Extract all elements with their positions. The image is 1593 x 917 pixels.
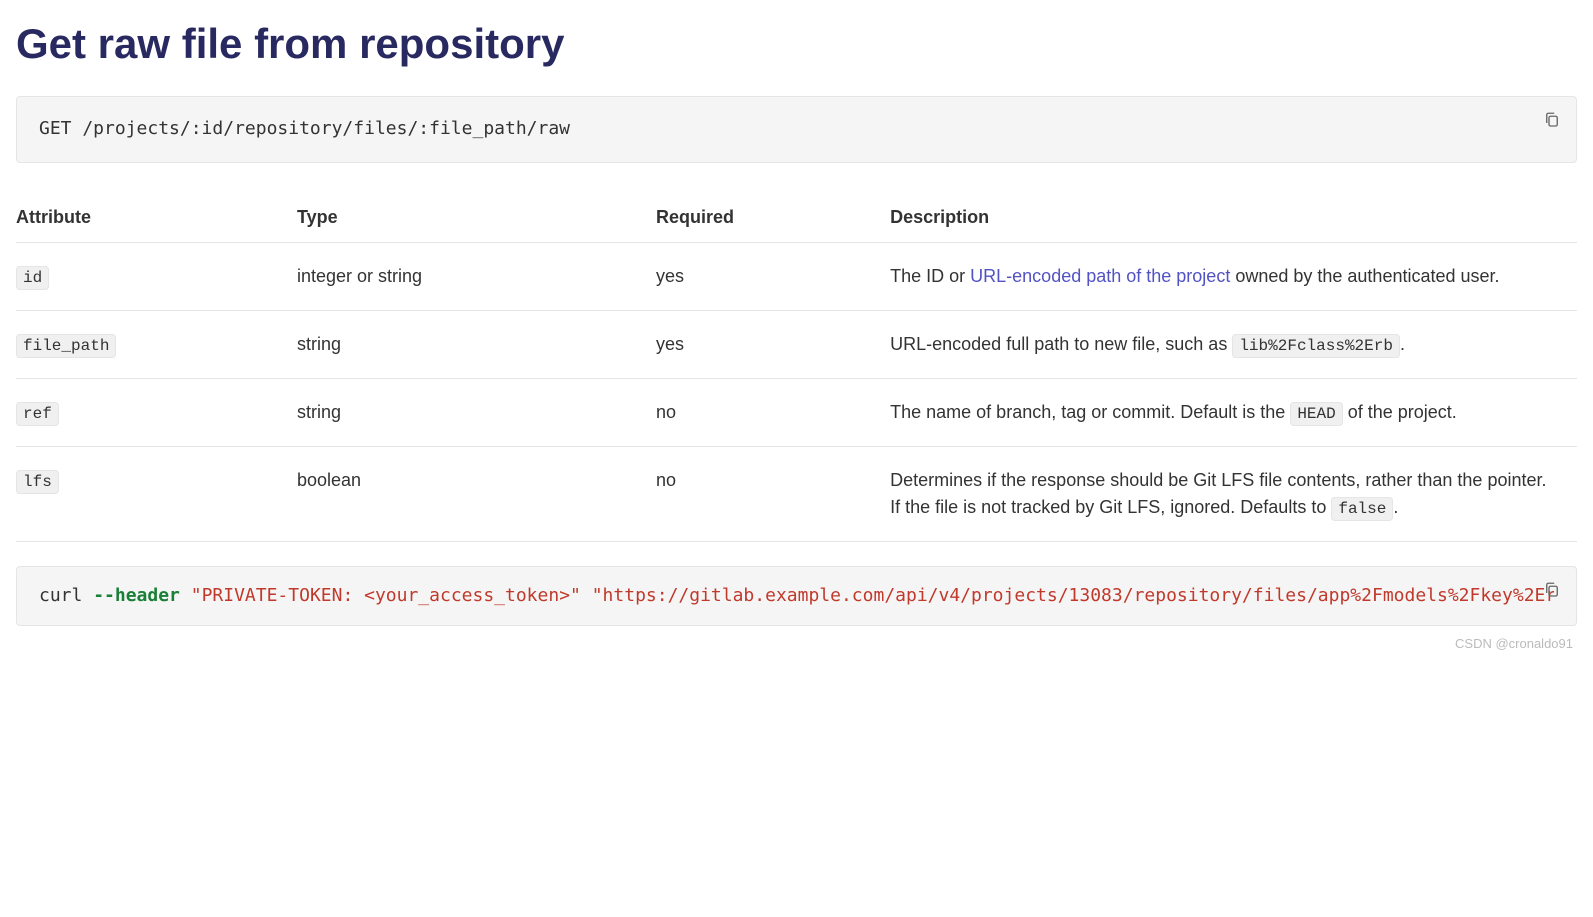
table-header-row: Attribute Type Required Description [16,193,1577,243]
attr-code: id [16,266,49,290]
th-description: Description [890,193,1577,243]
attr-description: Determines if the response should be Git… [890,447,1577,542]
curl-string: "https://gitlab.example.com/api/v4/proje… [592,585,1554,606]
desc-code: HEAD [1290,402,1342,426]
desc-text: of the project. [1343,402,1457,422]
clipboard-icon [1543,111,1561,132]
desc-text: owned by the authenticated user. [1230,266,1499,286]
attr-required: no [656,379,890,447]
table-row: lfs boolean no Determines if the respons… [16,447,1577,542]
attr-description: URL-encoded full path to new file, such … [890,311,1577,379]
th-attribute: Attribute [16,193,297,243]
desc-text: Determines if the response should be Git… [890,470,1546,517]
attr-description: The ID or URL-encoded path of the projec… [890,243,1577,311]
attr-required: no [656,447,890,542]
attr-code: ref [16,402,59,426]
table-row: id integer or string yes The ID or URL-e… [16,243,1577,311]
curl-code-block: curl --header "PRIVATE-TOKEN: <your_acce… [16,566,1577,626]
attr-required: yes [656,243,890,311]
copy-button[interactable] [1538,577,1566,605]
desc-text: The ID or [890,266,970,286]
attr-required: yes [656,311,890,379]
desc-code: lib%2Fclass%2Erb [1232,334,1400,358]
endpoint-code: GET /projects/:id/repository/files/:file… [39,118,570,139]
desc-text: . [1400,334,1405,354]
attr-code: file_path [16,334,116,358]
attr-type: string [297,311,656,379]
th-type: Type [297,193,656,243]
endpoint-code-block: GET /projects/:id/repository/files/:file… [16,96,1577,163]
attr-code: lfs [16,470,59,494]
table-row: ref string no The name of branch, tag or… [16,379,1577,447]
curl-command: curl --header "PRIVATE-TOKEN: <your_acce… [39,585,1554,606]
table-row: file_path string yes URL-encoded full pa… [16,311,1577,379]
desc-code: false [1331,497,1393,521]
parameters-table: Attribute Type Required Description id i… [16,193,1577,542]
page-title: Get raw file from repository [16,20,1577,68]
curl-string: "PRIVATE-TOKEN: <your_access_token>" [191,585,581,606]
th-required: Required [656,193,890,243]
curl-cmd: curl [39,585,93,606]
attr-type: string [297,379,656,447]
attr-description: The name of branch, tag or commit. Defau… [890,379,1577,447]
curl-flag: --header [93,585,180,606]
desc-text: URL-encoded full path to new file, such … [890,334,1232,354]
attr-type: boolean [297,447,656,542]
attr-type: integer or string [297,243,656,311]
url-encoded-path-link[interactable]: URL-encoded path of the project [970,266,1230,286]
clipboard-icon [1543,581,1561,602]
curl-scroll-area[interactable]: curl --header "PRIVATE-TOKEN: <your_acce… [39,585,1554,615]
desc-text: The name of branch, tag or commit. Defau… [890,402,1290,422]
copy-button[interactable] [1538,107,1566,135]
desc-text: . [1393,497,1398,517]
watermark: CSDN @cronaldo91 [16,634,1577,653]
